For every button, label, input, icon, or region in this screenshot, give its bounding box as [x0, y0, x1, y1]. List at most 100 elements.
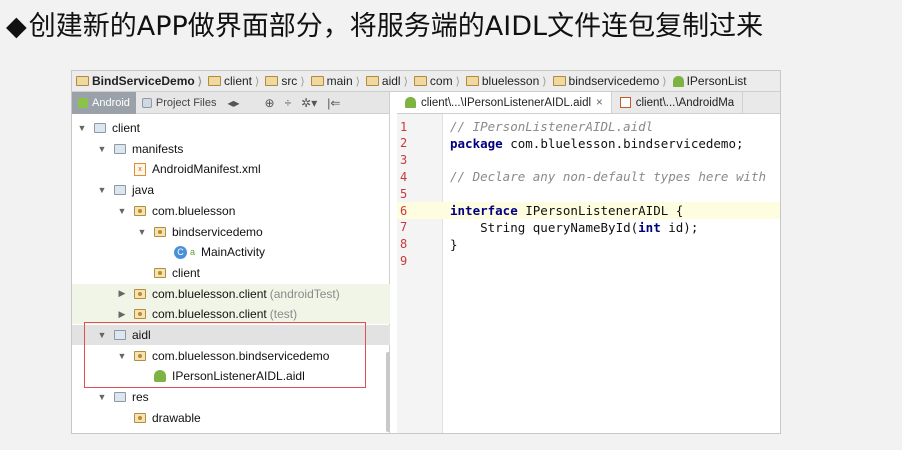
- xml-file-icon: x: [134, 162, 146, 176]
- code-plain: String queryNameById(: [450, 219, 639, 235]
- breadcrumb-item[interactable]: BindServiceDemo ⟩: [76, 74, 206, 88]
- chevron-down-icon[interactable]: ▼: [96, 185, 108, 195]
- chevron-right-icon: ⟩: [300, 75, 305, 88]
- breadcrumb-item[interactable]: IPersonList: [672, 74, 747, 88]
- tree-label: bindservicedemo: [172, 224, 263, 239]
- lock-icon: a: [190, 247, 196, 258]
- tree-label: com.bluelesson: [152, 203, 236, 218]
- folder-icon: [265, 76, 279, 86]
- tree-row[interactable]: ▶ com.bluelesson.client (androidTest): [72, 283, 390, 304]
- tree-label: client: [112, 121, 141, 135]
- code-keyword: interface: [450, 203, 518, 218]
- tree-label: res: [132, 390, 149, 405]
- breadcrumb-label: BindServiceDemo: [92, 74, 195, 88]
- breadcrumb-label: main: [326, 74, 353, 88]
- code-line: 9: [397, 252, 780, 269]
- breadcrumb-item[interactable]: client ⟩: [208, 74, 263, 88]
- tab-project-files[interactable]: Project Files: [136, 92, 223, 114]
- class-icon: C: [174, 245, 187, 259]
- tab-android[interactable]: Android: [72, 91, 136, 114]
- code-line: 2 package com.bluelesson.bindservicedemo;: [397, 135, 780, 152]
- folder-icon: [114, 185, 126, 196]
- line-number: 6: [400, 203, 408, 218]
- gear-icon[interactable]: ✲▾: [301, 96, 317, 110]
- tree-label: manifests: [132, 141, 184, 156]
- code-text: String queryNameById(int id);: [450, 220, 698, 235]
- breadcrumb-item[interactable]: bluelesson ⟩: [465, 74, 551, 88]
- collapse-icon[interactable]: ÷: [285, 96, 292, 110]
- tree-row[interactable]: ▼ bindservicedemo: [72, 222, 390, 242]
- breadcrumb-label: bindservicedemo: [568, 74, 660, 88]
- chevron-right-icon: ⟩: [355, 75, 360, 88]
- chevron-right-icon: ⟩: [403, 75, 408, 88]
- code-text: // Declare any non-default types here wi…: [450, 169, 766, 184]
- tree-label: AndroidManifest.xml: [152, 162, 261, 177]
- package-icon: [134, 288, 146, 299]
- tree-scrollbar[interactable]: [386, 352, 390, 432]
- code-line: 8}: [397, 236, 780, 253]
- sync-icon[interactable]: ⊕: [265, 96, 275, 110]
- line-number: 4: [400, 169, 408, 184]
- breadcrumb-item[interactable]: src ⟩: [265, 74, 308, 88]
- scroll-tabs-icon[interactable]: ◂▸: [227, 96, 239, 110]
- editor-tab[interactable]: client\...\IPersonListenerAIDL.aidl ×: [397, 92, 612, 113]
- code-line: 4 // Declare any non-default types here w…: [397, 168, 780, 185]
- ide-window: BindServiceDemo ⟩ client ⟩ src ⟩ main ⟩ aidl ⟩ com…: [71, 70, 781, 434]
- breadcrumb-item[interactable]: main ⟩: [310, 74, 364, 88]
- editor-tab-label: client\...\AndroidMa: [635, 96, 735, 109]
- hide-icon[interactable]: |⇐: [327, 96, 340, 110]
- chevron-down-icon[interactable]: ▼: [96, 144, 108, 154]
- breadcrumb-label: bluelesson: [481, 74, 540, 88]
- code-plain: }: [450, 236, 458, 252]
- code-line: 1 // IPersonListenerAIDL.aidl: [397, 118, 780, 135]
- tree-row[interactable]: ▼ com.bluelesson: [72, 201, 390, 221]
- line-number: 1: [400, 119, 408, 134]
- line-number: 7: [400, 220, 408, 235]
- folder-icon: [365, 76, 379, 86]
- folder-icon: [114, 392, 126, 403]
- tree-row[interactable]: ▼ client: [72, 118, 390, 138]
- tree-label-suffix: (test): [269, 307, 298, 322]
- android-icon: [672, 75, 684, 87]
- tree-row[interactable]: x AndroidManifest.xml: [72, 159, 390, 179]
- chevron-down-icon[interactable]: ▼: [116, 206, 128, 216]
- tool-window-tabs: Android Project Files ◂▸ ⊕ ÷ ✲▾ |⇐: [72, 91, 389, 114]
- editor-tabs: client\...\IPersonListenerAIDL.aidl × clie…: [397, 92, 780, 114]
- java-icon: [619, 97, 631, 108]
- chevron-right-icon[interactable]: ▶: [116, 309, 128, 320]
- editor-tab[interactable]: client\...\AndroidMa: [612, 92, 744, 113]
- chevron-down-icon[interactable]: ▼: [136, 227, 148, 237]
- code-keyword: int: [638, 219, 661, 235]
- chevron-right-icon[interactable]: ▶: [116, 288, 128, 299]
- tree-row[interactable]: ▼ manifests: [72, 139, 390, 159]
- tree-label-suffix: (androidTest): [269, 286, 340, 301]
- navigation-bar: BindServiceDemo ⟩ client ⟩ src ⟩ main ⟩ aidl ⟩ com…: [72, 71, 780, 92]
- chevron-right-icon: ⟩: [542, 75, 547, 88]
- breadcrumb-item[interactable]: bindservicedemo ⟩: [552, 74, 671, 88]
- tree-row[interactable]: Ca MainActivity: [72, 242, 390, 262]
- folder-icon: [413, 76, 427, 86]
- slide-title-text: 创建新的APP做界面部分，将服务端的AIDL文件连包复制过来: [28, 11, 764, 42]
- package-icon: [134, 412, 146, 423]
- folder-icon: [141, 97, 152, 108]
- breadcrumb-item[interactable]: com ⟩: [413, 74, 464, 88]
- android-icon: [78, 97, 88, 108]
- chevron-down-icon[interactable]: ▼: [96, 392, 108, 402]
- tree-row[interactable]: drawable: [72, 408, 390, 428]
- code-comment: // IPersonListenerAIDL.aidl: [450, 119, 654, 134]
- breadcrumb-item[interactable]: aidl ⟩: [365, 74, 412, 88]
- code-line: 5: [397, 185, 780, 202]
- line-number: 3: [400, 153, 408, 168]
- close-icon[interactable]: ×: [596, 97, 603, 109]
- folder-icon: [114, 143, 126, 154]
- tab-project-files-label: Project Files: [155, 96, 217, 109]
- folder-icon: [208, 76, 221, 86]
- code-text: interface IPersonListenerAIDL {: [450, 203, 683, 218]
- editor-tab-label: client\...\IPersonListenerAIDL.aidl: [421, 96, 592, 109]
- tree-row[interactable]: ▼ res: [72, 387, 390, 407]
- tree-row[interactable]: client: [72, 263, 390, 283]
- chevron-down-icon[interactable]: ▼: [76, 123, 88, 133]
- code-plain: id);: [660, 219, 699, 235]
- tree-row[interactable]: ▼ java: [72, 180, 390, 200]
- module-folder-icon: [94, 123, 106, 133]
